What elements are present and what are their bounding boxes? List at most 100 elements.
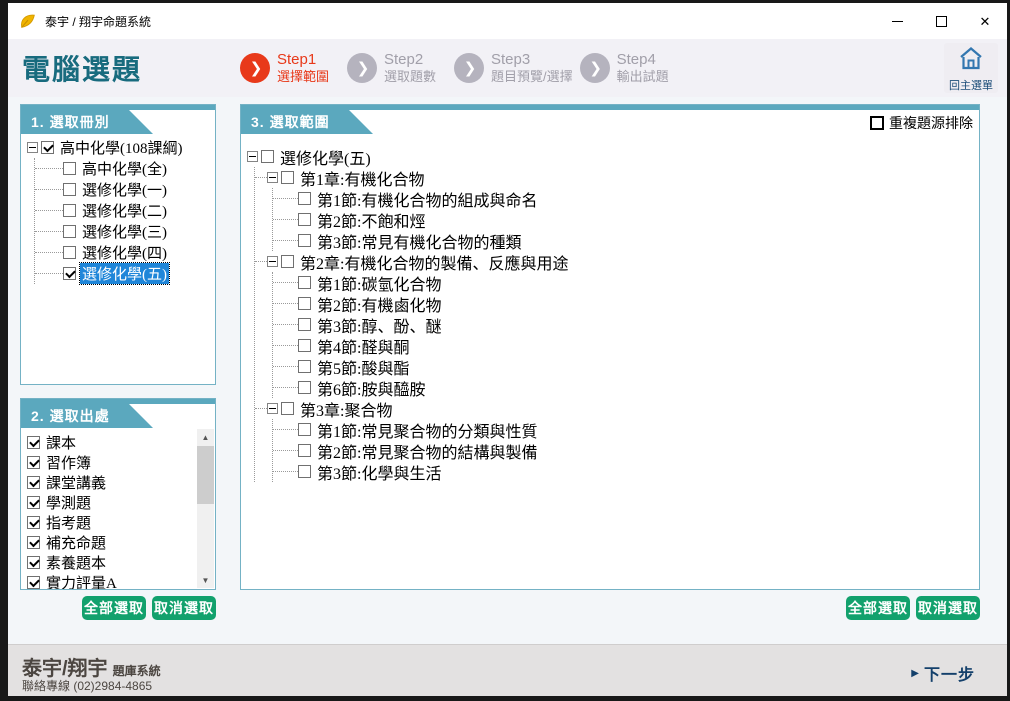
source-label[interactable]: 課本 xyxy=(44,432,78,453)
step-1[interactable]: ❯Step1選擇範圍 xyxy=(240,51,340,85)
tree-connector xyxy=(35,210,63,211)
tree-checkbox[interactable] xyxy=(63,246,76,259)
tree-label[interactable]: 選修化學(四) xyxy=(80,242,169,263)
source-checkbox[interactable] xyxy=(27,516,40,529)
tree-label[interactable]: 高中化學(全) xyxy=(80,158,169,179)
range-tree: 選修化學(五)第1章:有機化合物第1節:有機化合物的組成與命名第2節:不飽和烴第… xyxy=(241,134,979,482)
section-row: 第2節:有機鹵化物 xyxy=(273,293,977,314)
step-2[interactable]: ❯Step2選取題數 xyxy=(347,51,447,85)
duplicate-source-filter[interactable]: 重複題源排除 xyxy=(870,113,973,133)
step-4[interactable]: ❯Step4輸出試題 xyxy=(580,51,680,85)
tree-checkbox[interactable] xyxy=(298,444,311,457)
panel3-select-all-button[interactable]: 全部選取 xyxy=(846,596,910,620)
tree-checkbox[interactable] xyxy=(298,423,311,436)
duplicate-filter-label: 重複題源排除 xyxy=(889,113,973,133)
panel2-select-all-button[interactable]: 全部選取 xyxy=(82,596,146,620)
tree-checkbox[interactable] xyxy=(298,465,311,478)
source-checkbox[interactable] xyxy=(27,556,40,569)
step-text: Step2選取題數 xyxy=(384,51,436,85)
maximize-button[interactable] xyxy=(919,3,963,39)
tree-expander-icon[interactable] xyxy=(27,142,38,153)
source-label[interactable]: 素養題本 xyxy=(44,552,108,573)
close-icon: ✕ xyxy=(980,15,991,28)
source-row: 學測題 xyxy=(27,492,215,512)
contact-phone: 聯絡專線 (02)2984-4865 xyxy=(22,677,152,694)
source-label[interactable]: 課堂講義 xyxy=(44,472,108,493)
source-checkbox[interactable] xyxy=(27,456,40,469)
step-text: Step1選擇範圍 xyxy=(277,51,329,85)
scroll-down-icon[interactable]: ▼ xyxy=(197,572,214,588)
step-3[interactable]: ❯Step3題目預覽/選擇 xyxy=(454,51,573,85)
source-label[interactable]: 補充命題 xyxy=(44,532,108,553)
source-checkbox[interactable] xyxy=(27,496,40,509)
source-row: 課本 xyxy=(27,432,215,452)
tree-checkbox[interactable] xyxy=(281,255,294,268)
source-label[interactable]: 學測題 xyxy=(44,492,93,513)
tree-checkbox[interactable] xyxy=(298,339,311,352)
next-step-button[interactable]: ▶ 下一步 xyxy=(911,661,975,685)
duplicate-filter-checkbox[interactable] xyxy=(870,116,884,130)
tree-checkbox[interactable] xyxy=(63,162,76,175)
tree-checkbox[interactable] xyxy=(63,204,76,217)
tree-label[interactable]: 高中化學(108課綱) xyxy=(58,137,185,158)
tree-checkbox[interactable] xyxy=(281,402,294,415)
source-checkbox[interactable] xyxy=(27,476,40,489)
tree-connector xyxy=(35,252,63,253)
tree-checkbox[interactable] xyxy=(298,381,311,394)
tree-expander-icon[interactable] xyxy=(247,151,258,162)
section-row: 第1節:碳氫化合物 xyxy=(273,272,977,293)
close-button[interactable]: ✕ xyxy=(963,3,1007,39)
volume-root-row: 高中化學(108課綱) xyxy=(27,137,213,158)
tree-checkbox[interactable] xyxy=(63,267,76,280)
volume-row: 高中化學(全) xyxy=(35,158,213,179)
step-sublabel: 選取題數 xyxy=(384,69,436,85)
tree-connector xyxy=(35,231,63,232)
tree-checkbox[interactable] xyxy=(298,297,311,310)
tree-checkbox[interactable] xyxy=(298,276,311,289)
tree-checkbox[interactable] xyxy=(298,234,311,247)
source-label[interactable]: 指考題 xyxy=(44,512,93,533)
section-row: 第1節:有機化合物的組成與命名 xyxy=(273,188,977,209)
minimize-button[interactable] xyxy=(875,3,919,39)
scroll-up-icon[interactable]: ▲ xyxy=(197,429,214,445)
step-name: Step2 xyxy=(384,51,436,69)
section-row: 第2節:常見聚合物的結構與製備 xyxy=(273,440,977,461)
tree-checkbox[interactable] xyxy=(63,225,76,238)
source-label[interactable]: 實力評量A xyxy=(44,572,119,590)
tree-label[interactable]: 第3節:化學與生活 xyxy=(315,460,443,484)
step-text: Step4輸出試題 xyxy=(617,51,669,85)
section-row: 第3節:化學與生活 xyxy=(273,461,977,482)
scrollbar-thumb[interactable] xyxy=(197,446,214,504)
tree-connector xyxy=(273,366,298,367)
tree-connector xyxy=(273,282,298,283)
source-checkbox[interactable] xyxy=(27,536,40,549)
tree-checkbox[interactable] xyxy=(41,141,54,154)
tree-checkbox[interactable] xyxy=(298,213,311,226)
tree-label[interactable]: 選修化學(三) xyxy=(80,221,169,242)
step-chevron-icon: ❯ xyxy=(240,53,270,83)
source-label[interactable]: 習作簿 xyxy=(44,452,93,473)
tree-connector xyxy=(273,240,298,241)
source-list-scrollbar[interactable]: ▲ ▼ xyxy=(197,429,214,588)
source-list: 課本習作簿課堂講義學測題指考題補充命題素養題本實力評量A xyxy=(21,428,215,589)
tree-checkbox[interactable] xyxy=(281,171,294,184)
panel3-deselect-button[interactable]: 取消選取 xyxy=(916,596,980,620)
tree-checkbox[interactable] xyxy=(261,150,274,163)
tree-label[interactable]: 選修化學(五) xyxy=(80,263,169,284)
step-name: Step3 xyxy=(491,51,573,69)
panel2-deselect-button[interactable]: 取消選取 xyxy=(152,596,216,620)
source-checkbox[interactable] xyxy=(27,436,40,449)
home-button[interactable]: 回主選單 xyxy=(944,43,998,93)
tree-checkbox[interactable] xyxy=(298,318,311,331)
tree-checkbox[interactable] xyxy=(298,360,311,373)
tree-expander-icon[interactable] xyxy=(267,256,278,267)
tree-checkbox[interactable] xyxy=(298,192,311,205)
source-checkbox[interactable] xyxy=(27,576,40,589)
page-title: 電腦選題 xyxy=(22,48,142,88)
tree-expander-icon[interactable] xyxy=(267,403,278,414)
tree-label[interactable]: 選修化學(一) xyxy=(80,179,169,200)
tree-expander-icon[interactable] xyxy=(267,172,278,183)
tree-label[interactable]: 選修化學(二) xyxy=(80,200,169,221)
app-logo-icon xyxy=(19,12,37,30)
tree-checkbox[interactable] xyxy=(63,183,76,196)
